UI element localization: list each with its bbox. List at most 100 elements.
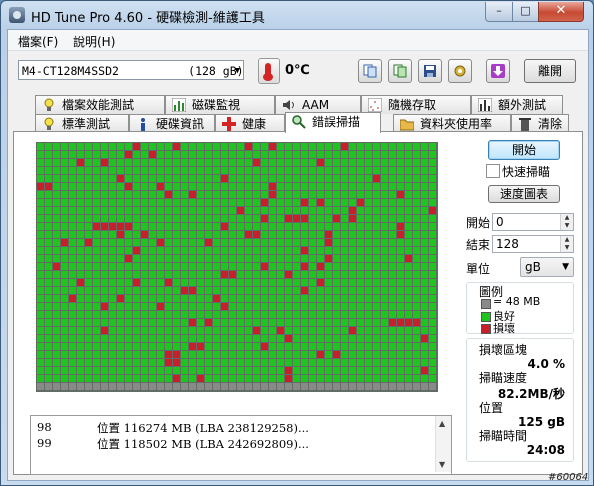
map-block-unscanned [285, 383, 292, 390]
map-block-unscanned [157, 383, 164, 390]
map-block-good [389, 199, 396, 206]
map-block-good [85, 143, 92, 150]
map-block-good [165, 375, 172, 382]
map-block-good [245, 183, 252, 190]
map-block-good [165, 159, 172, 166]
end-position-spinbox[interactable]: 128 ▲ ▼ [492, 235, 574, 253]
speed-map-button[interactable]: 速度圖表 [488, 185, 560, 203]
map-block-good [141, 367, 148, 374]
map-block-good [253, 303, 260, 310]
tab-error-scan[interactable]: 錯誤掃描 [285, 112, 381, 133]
title-bar[interactable]: HD Tune Pro 4.60 - 硬碟檢測-維護工具 – □ ✕ [1, 1, 593, 29]
block-map [36, 142, 438, 392]
spin-arrows-icon[interactable]: ▲ ▼ [560, 236, 573, 252]
map-block-good [405, 263, 412, 270]
map-block-good [77, 151, 84, 158]
download-button[interactable] [486, 59, 510, 83]
map-block-good [101, 319, 108, 326]
map-block-good [365, 367, 372, 374]
map-block-good [405, 223, 412, 230]
map-block-damaged [165, 279, 172, 286]
map-block-good [237, 151, 244, 158]
map-block-good [45, 199, 52, 206]
map-block-good [181, 335, 188, 342]
map-block-good [125, 367, 132, 374]
map-block-good [101, 175, 108, 182]
quick-scan-checkbox[interactable] [486, 164, 500, 178]
map-block-good [277, 167, 284, 174]
log-scrollbar[interactable]: ▲ ▼ [435, 416, 451, 472]
map-block-good [285, 255, 292, 262]
map-block-good [45, 343, 52, 350]
map-block-good [181, 207, 188, 214]
menu-file[interactable]: 檔案(F) [18, 33, 58, 50]
map-block-good [253, 375, 260, 382]
map-block-good [333, 167, 340, 174]
map-block-good [285, 199, 292, 206]
tab-extra-tests[interactable]: 額外測試 [471, 95, 563, 114]
minimize-button[interactable]: – [485, 2, 513, 22]
tab-file-benchmark[interactable]: 檔案效能測試 [35, 95, 165, 114]
map-block-good [357, 367, 364, 374]
map-block-good [309, 255, 316, 262]
map-block-good [53, 255, 60, 262]
map-block-good [69, 375, 76, 382]
map-block-good [229, 223, 236, 230]
drive-dropdown[interactable]: M4-CT128M4SSD2 (128 gB) ▼ [18, 60, 244, 80]
map-block-good [181, 327, 188, 334]
map-block-good [109, 151, 116, 158]
map-block-good [293, 335, 300, 342]
map-block-good [197, 319, 204, 326]
map-block-good [93, 367, 100, 374]
map-block-good [253, 335, 260, 342]
map-block-damaged [261, 215, 268, 222]
legend-swatch-unscanned [481, 299, 491, 309]
start-position-spinbox[interactable]: 0 ▲ ▼ [492, 213, 574, 231]
map-block-good [333, 255, 340, 262]
map-block-good [357, 351, 364, 358]
copy-text-button[interactable] [358, 59, 382, 83]
start-scan-button[interactable]: 開始 [488, 140, 560, 160]
save-button[interactable] [418, 59, 442, 83]
map-block-good [61, 215, 68, 222]
map-block-good [165, 367, 172, 374]
map-block-good [317, 319, 324, 326]
map-block-good [301, 279, 308, 286]
map-block-good [341, 351, 348, 358]
map-block-good [397, 143, 404, 150]
map-block-good [349, 351, 356, 358]
map-block-good [101, 351, 108, 358]
map-block-good [109, 255, 116, 262]
map-block-good [381, 359, 388, 366]
options-button[interactable] [448, 59, 472, 83]
map-block-good [381, 287, 388, 294]
menu-help[interactable]: 說明(H) [73, 33, 115, 50]
map-block-good [277, 375, 284, 382]
map-block-good [429, 303, 436, 310]
gear-icon [454, 65, 466, 77]
unit-dropdown[interactable]: gB ▼ [520, 257, 574, 277]
scroll-down-icon[interactable]: ▼ [439, 460, 445, 469]
map-block-good [373, 159, 380, 166]
exit-button[interactable]: 離開 [524, 59, 576, 83]
map-block-good [333, 223, 340, 230]
map-block-good [397, 335, 404, 342]
map-block-good [77, 303, 84, 310]
spin-arrows-icon[interactable]: ▲ ▼ [560, 214, 573, 230]
copy-screenshot-button[interactable] [388, 59, 412, 83]
map-block-good [125, 231, 132, 238]
map-block-good [317, 223, 324, 230]
map-block-good [117, 327, 124, 334]
scroll-up-icon[interactable]: ▲ [439, 419, 445, 428]
map-block-good [85, 215, 92, 222]
tab-disk-monitor[interactable]: 磁碟監視 [165, 95, 275, 114]
map-block-good [421, 375, 428, 382]
map-block-good [69, 359, 76, 366]
map-block-good [149, 263, 156, 270]
close-button[interactable]: ✕ [538, 2, 584, 22]
maximize-button[interactable]: □ [512, 2, 539, 22]
map-block-good [165, 343, 172, 350]
map-block-unscanned [429, 383, 436, 390]
map-block-good [413, 175, 420, 182]
map-block-good [285, 159, 292, 166]
